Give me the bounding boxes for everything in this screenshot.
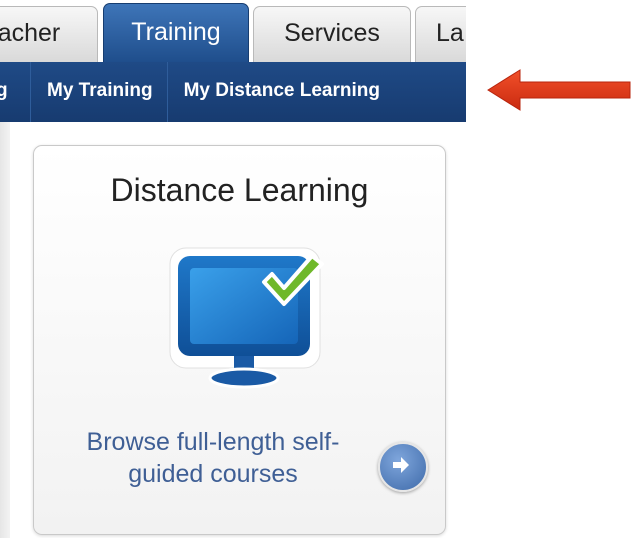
tab-services[interactable]: Services	[253, 6, 411, 62]
tab-la-label: La	[436, 19, 464, 47]
tab-la[interactable]: La	[415, 6, 466, 62]
browse-courses-link-line1: Browse full-length self-	[86, 428, 340, 456]
subnav-item-my-training[interactable]: My Training	[31, 62, 168, 122]
left-sidebar-edge	[0, 122, 10, 538]
tab-teacher-label: acher	[0, 19, 61, 47]
sub-nav: g My Training My Distance Learning	[0, 62, 466, 122]
subnav-item-partial-label: g	[0, 80, 8, 101]
tab-training-label: Training	[131, 18, 221, 46]
card-title: Distance Learning	[110, 172, 369, 208]
monitor-check-icon	[169, 247, 324, 389]
annotation-arrow-icon	[487, 69, 631, 111]
tab-teacher[interactable]: acher	[0, 6, 98, 62]
arrow-right-circle-icon	[393, 457, 409, 473]
subnav-item-my-distance-learning-label: My Distance Learning	[183, 80, 380, 101]
subnav-item-partial[interactable]: g	[0, 62, 31, 122]
browse-courses-link-line2: guided courses	[128, 460, 298, 488]
subnav-item-my-distance-learning[interactable]: My Distance Learning	[168, 62, 392, 122]
tab-services-label: Services	[284, 19, 380, 47]
top-tab-bar: acher Training Services La	[0, 0, 466, 62]
distance-learning-card[interactable]: Distance Learning Browse full-length sel…	[33, 145, 446, 535]
subnav-item-my-training-label: My Training	[47, 80, 153, 101]
go-button[interactable]	[378, 442, 428, 492]
tab-training[interactable]: Training	[103, 3, 249, 62]
browse-courses-link[interactable]: Browse full-length self- guided courses	[58, 426, 368, 490]
